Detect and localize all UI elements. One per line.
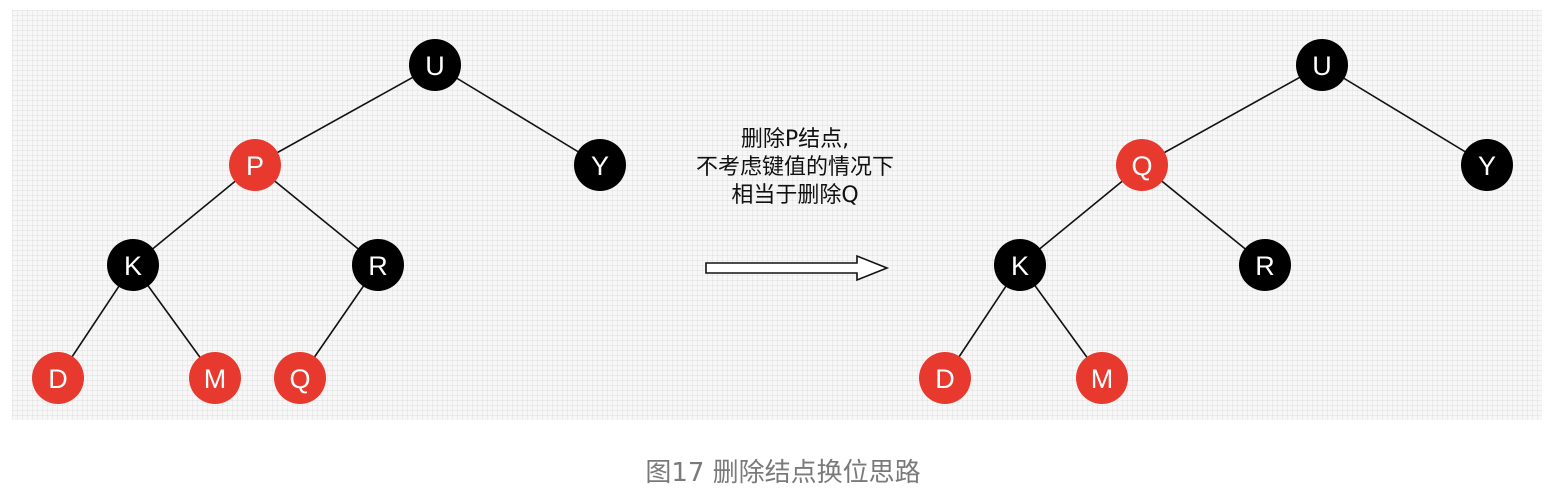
right-node-d: D [919,352,971,404]
tree-before-deletion: U P Y K R D M Q [32,39,626,404]
node-label: Y [1478,151,1496,181]
right-node-y: Y [1461,139,1513,191]
node-label: M [1091,364,1114,394]
node-label: R [1255,251,1275,281]
note-line-1: 删除P结点, [740,127,850,152]
tree-diagram: U P Y K R D M Q U Q Y K R D M [32,39,1513,404]
transformation-note: 删除P结点, 不考虑键值的情况下 相当于删除Q [640,126,950,210]
left-node-m: M [189,352,241,404]
node-label: Q [1131,151,1152,181]
left-edge-u-p [254,64,436,166]
node-label: Y [591,151,609,181]
node-label: D [48,364,68,394]
left-node-p: P [229,139,281,191]
node-label: K [1011,251,1029,281]
right-node-k: K [994,239,1046,291]
node-label: R [368,251,388,281]
node-label: D [935,364,955,394]
figure-caption: 图17 删除结点换位思路 [645,458,921,488]
right-arrow-icon [705,254,890,282]
left-node-q: Q [274,352,326,404]
left-node-y: Y [574,139,626,191]
node-label: P [246,151,264,181]
tree-after-swap: U Q Y K R D M [919,39,1513,404]
right-edge-u-q [1141,64,1323,166]
left-edge-u-y [434,64,601,166]
left-node-k: K [107,239,159,291]
left-node-d: D [32,352,84,404]
right-node-q: Q [1116,139,1168,191]
node-label: U [1312,51,1332,81]
left-node-r: R [352,239,404,291]
note-line-2: 不考虑键值的情况下 [695,155,894,180]
node-label: M [204,364,227,394]
node-label: U [425,51,445,81]
right-edge-u-y [1321,64,1488,166]
node-label: K [124,251,142,281]
left-node-u: U [409,39,461,91]
right-node-u: U [1296,39,1348,91]
note-line-3: 相当于删除Q [731,183,859,208]
node-label: Q [289,364,310,394]
right-node-m: M [1076,352,1128,404]
right-node-r: R [1239,239,1291,291]
